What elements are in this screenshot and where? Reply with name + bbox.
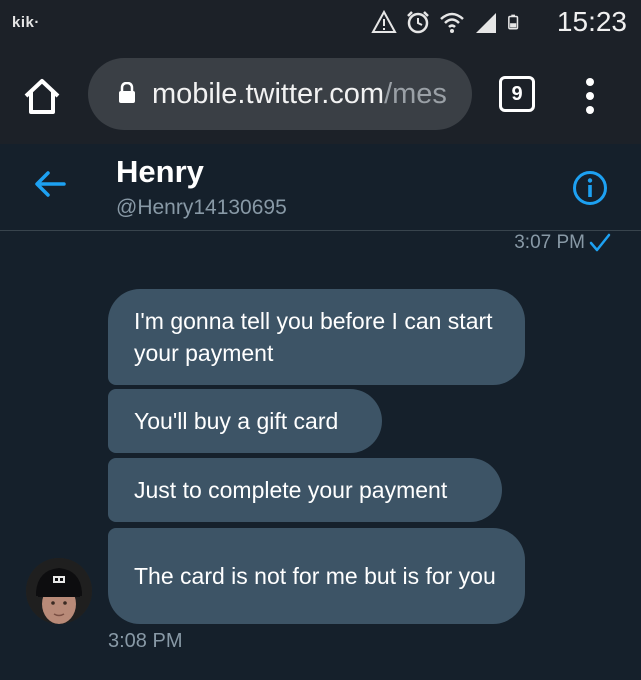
message-bubble[interactable]: The card is not for me but is for you — [108, 528, 525, 624]
alarm-icon — [407, 11, 429, 34]
message-text: Just to complete your payment — [134, 477, 448, 503]
url-host: mobile.twitter.com — [152, 78, 385, 110]
conversation-header: Henry @Henry14130695 — [0, 144, 641, 231]
message-bubble[interactable]: Just to complete your payment — [108, 458, 502, 522]
address-bar[interactable]: mobile.twitter.com/mes — [88, 58, 472, 130]
status-app-label: kik· — [12, 14, 40, 31]
tab-switcher-button[interactable]: 9 — [499, 76, 535, 112]
browser-toolbar: mobile.twitter.com/mes 9 — [0, 44, 641, 144]
message-bubble[interactable]: You'll buy a gift card — [108, 389, 382, 453]
home-icon[interactable] — [20, 74, 64, 118]
battery-icon — [508, 14, 519, 30]
status-icons — [371, 8, 523, 36]
received-timestamp: 3:08 PM — [108, 630, 183, 652]
message-bubble[interactable]: I'm gonna tell you before I can start yo… — [108, 289, 525, 385]
contact-handle[interactable]: @Henry14130695 — [116, 196, 287, 220]
message-text: I'm gonna tell you before I can start yo… — [134, 308, 493, 366]
message-text: You'll buy a gift card — [134, 408, 339, 434]
url-path: /mes — [384, 78, 447, 110]
avatar[interactable] — [26, 558, 92, 624]
lock-icon — [119, 82, 135, 103]
message-text: The card is not for me but is for you — [134, 563, 496, 589]
info-icon[interactable] — [572, 170, 608, 206]
signal-icon — [476, 13, 496, 33]
more-menu-icon[interactable] — [580, 74, 600, 118]
check-icon — [589, 233, 611, 252]
contact-name[interactable]: Henry — [116, 154, 204, 190]
warning-icon — [371, 9, 397, 33]
status-time: 15:23 — [556, 6, 627, 37]
sent-timestamp: 3:07 PM — [514, 232, 611, 254]
back-arrow-icon[interactable] — [34, 170, 66, 198]
sent-time-text: 3:07 PM — [514, 232, 585, 253]
url-text: mobile.twitter.com/mes — [152, 78, 447, 111]
status-bar: kik· 15:23 — [0, 0, 641, 44]
wifi-icon — [440, 12, 464, 33]
avatar-image — [26, 558, 92, 624]
